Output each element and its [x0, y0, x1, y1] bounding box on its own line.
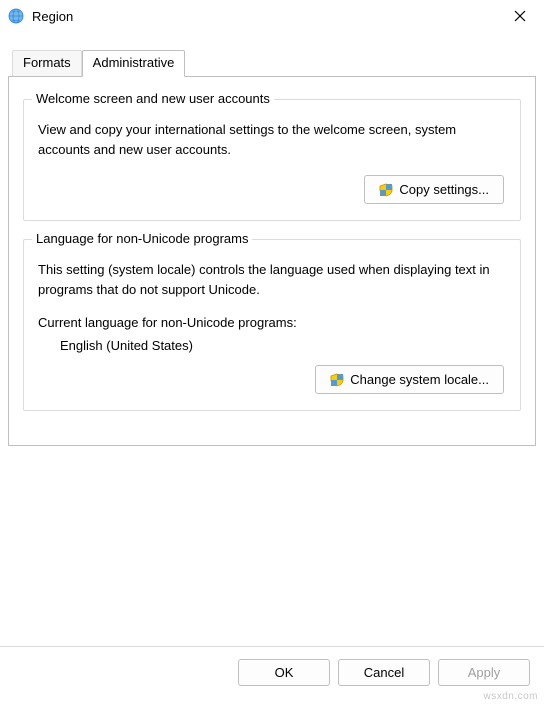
shield-icon	[330, 373, 344, 387]
watermark: wsxdn.com	[483, 691, 538, 702]
copy-settings-button[interactable]: Copy settings...	[364, 175, 504, 204]
group-non-unicode-title: Language for non-Unicode programs	[32, 231, 252, 246]
window-title: Region	[32, 9, 500, 24]
copy-settings-label: Copy settings...	[399, 182, 489, 197]
dialog-buttons: OK Cancel Apply	[0, 646, 544, 686]
titlebar: Region	[0, 0, 544, 32]
group-welcome-screen: Welcome screen and new user accounts Vie…	[23, 99, 521, 221]
current-language-label: Current language for non-Unicode program…	[38, 315, 506, 330]
tabs: Formats Administrative	[0, 32, 544, 76]
tab-administrative[interactable]: Administrative	[82, 50, 186, 77]
tab-panel-administrative: Welcome screen and new user accounts Vie…	[8, 76, 536, 446]
current-language-value: English (United States)	[60, 338, 506, 353]
globe-icon	[8, 8, 24, 24]
cancel-button[interactable]: Cancel	[338, 659, 430, 686]
ok-button[interactable]: OK	[238, 659, 330, 686]
change-system-locale-button[interactable]: Change system locale...	[315, 365, 504, 394]
close-button[interactable]	[500, 2, 540, 30]
change-system-locale-label: Change system locale...	[350, 372, 489, 387]
group-welcome-title: Welcome screen and new user accounts	[32, 91, 274, 106]
shield-icon	[379, 183, 393, 197]
tab-formats[interactable]: Formats	[12, 50, 82, 76]
apply-button[interactable]: Apply	[438, 659, 530, 686]
group-non-unicode: Language for non-Unicode programs This s…	[23, 239, 521, 411]
locale-description: This setting (system locale) controls th…	[38, 260, 506, 299]
welcome-description: View and copy your international setting…	[38, 120, 506, 159]
close-icon	[514, 10, 526, 22]
